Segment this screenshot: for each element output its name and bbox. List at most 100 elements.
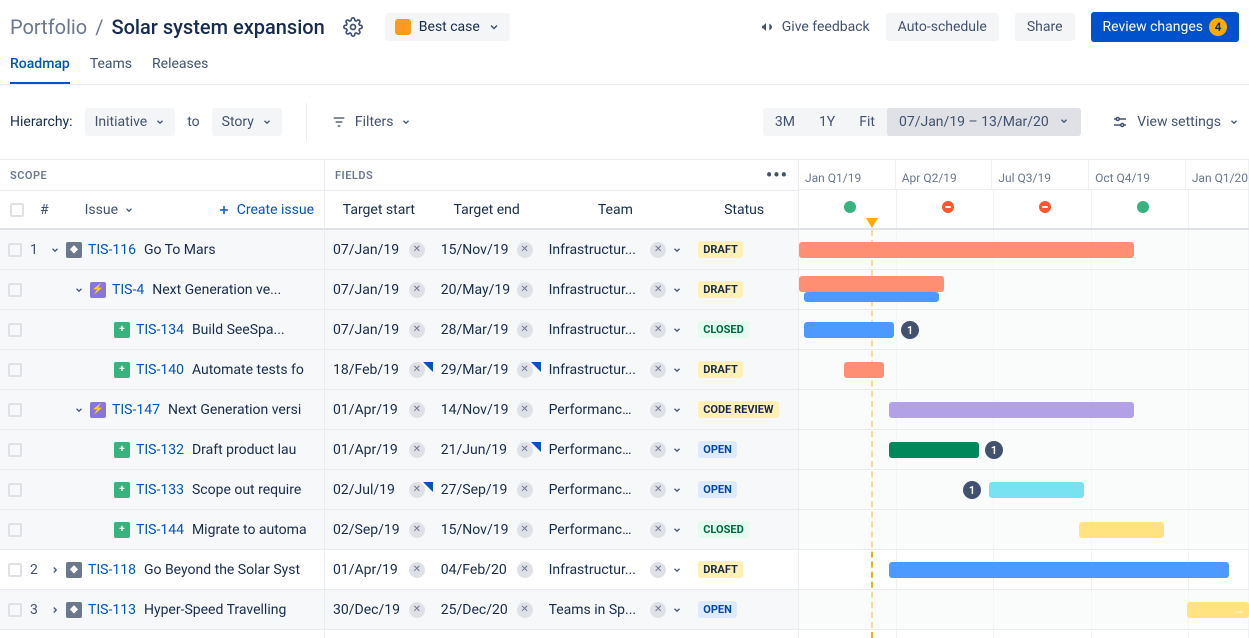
auto-schedule-button[interactable]: Auto-schedule xyxy=(886,13,999,41)
clear-icon[interactable]: ✕ xyxy=(650,242,666,258)
team-cell[interactable]: Performance...✕ xyxy=(541,442,691,458)
team-cell[interactable]: Infrastructur...✕ xyxy=(541,282,691,298)
view-settings-button[interactable]: View settings xyxy=(1111,113,1239,131)
filters-button[interactable]: Filters xyxy=(331,114,412,130)
clear-icon[interactable]: ✕ xyxy=(409,322,425,338)
team-cell[interactable]: Performance...✕ xyxy=(541,482,691,498)
clear-icon[interactable]: ✕ xyxy=(650,562,666,578)
hierarchy-from-select[interactable]: Initiative xyxy=(85,108,176,136)
clear-icon[interactable]: ✕ xyxy=(409,522,425,538)
scope-row[interactable]: ⚡TIS-147Next Generation versi xyxy=(0,390,324,430)
dependency-count-badge[interactable]: 1 xyxy=(901,321,919,339)
row-checkbox[interactable] xyxy=(8,603,22,617)
clear-icon[interactable]: ✕ xyxy=(409,402,425,418)
target-start-cell[interactable]: 02/Jul/19✕ xyxy=(325,482,433,498)
give-feedback-link[interactable]: Give feedback xyxy=(760,19,870,35)
clear-icon[interactable]: ✕ xyxy=(517,322,533,338)
expand-toggle[interactable] xyxy=(48,245,62,255)
create-issue-button[interactable]: Create issue xyxy=(217,202,314,218)
range-3m[interactable]: 3M xyxy=(763,108,807,136)
target-end-cell[interactable]: 15/Nov/19✕ xyxy=(433,242,541,258)
timeline-bar[interactable] xyxy=(1079,522,1164,538)
tab-releases[interactable]: Releases xyxy=(152,56,208,84)
clear-icon[interactable]: ✕ xyxy=(409,562,425,578)
team-cell[interactable]: Teams in Sp...✕ xyxy=(541,602,691,618)
breadcrumb-portfolio[interactable]: Portfolio xyxy=(10,15,87,39)
expand-toggle[interactable] xyxy=(48,605,62,615)
target-start-cell[interactable]: 18/Feb/19✕ xyxy=(325,362,433,378)
clear-icon[interactable]: ✕ xyxy=(650,442,666,458)
clear-icon[interactable]: ✕ xyxy=(650,402,666,418)
team-cell[interactable]: Infrastructur...✕ xyxy=(541,242,691,258)
issue-key[interactable]: TIS-133 xyxy=(136,482,184,498)
target-end-cell[interactable]: 21/Jun/19✕ xyxy=(433,442,541,458)
row-checkbox[interactable] xyxy=(8,443,22,457)
tab-teams[interactable]: Teams xyxy=(90,56,132,84)
hierarchy-to-select[interactable]: Story xyxy=(212,108,282,136)
team-cell[interactable]: Infrastructur...✕ xyxy=(541,322,691,338)
scope-row[interactable]: ⚡TIS-4Next Generation ve... xyxy=(0,270,324,310)
timeline-bar[interactable] xyxy=(799,242,1134,258)
timeline-bar[interactable] xyxy=(889,562,1229,578)
scope-row[interactable]: +TIS-133Scope out require xyxy=(0,470,324,510)
target-start-cell[interactable]: 07/Jan/19✕ xyxy=(325,242,433,258)
timeline-bar[interactable] xyxy=(889,402,1134,418)
team-cell[interactable]: Infrastructur...✕ xyxy=(541,362,691,378)
scope-row[interactable]: 3◆TIS-113Hyper-Speed Travelling xyxy=(0,590,324,630)
row-checkbox[interactable] xyxy=(8,403,22,417)
scope-row[interactable]: +TIS-140Automate tests fo xyxy=(0,350,324,390)
target-start-cell[interactable]: 07/Jan/19✕ xyxy=(325,322,433,338)
expand-toggle[interactable] xyxy=(48,565,62,575)
clear-icon[interactable]: ✕ xyxy=(409,282,425,298)
target-end-cell[interactable]: 15/Nov/19✕ xyxy=(433,522,541,538)
team-cell[interactable]: Performance...✕ xyxy=(541,522,691,538)
target-start-cell[interactable]: 02/Sep/19✕ xyxy=(325,522,433,538)
scenario-selector[interactable]: Best case xyxy=(385,13,510,41)
target-end-cell[interactable]: 28/Mar/19✕ xyxy=(433,322,541,338)
issue-key[interactable]: TIS-118 xyxy=(88,562,136,578)
target-end-cell[interactable]: 14/Nov/19✕ xyxy=(433,402,541,418)
expand-toggle[interactable] xyxy=(72,405,86,415)
timeline-bar[interactable] xyxy=(804,322,894,338)
scope-row[interactable]: +TIS-134Build SeeSpa... xyxy=(0,310,324,350)
settings-button[interactable] xyxy=(339,13,367,41)
clear-icon[interactable]: ✕ xyxy=(517,482,533,498)
expand-toggle[interactable] xyxy=(72,285,86,295)
timeline-bar[interactable] xyxy=(889,442,979,458)
issue-key[interactable]: TIS-113 xyxy=(88,602,136,618)
clear-icon[interactable]: ✕ xyxy=(409,442,425,458)
timeline-bar[interactable] xyxy=(804,292,939,302)
range-1y[interactable]: 1Y xyxy=(807,108,847,136)
row-checkbox[interactable] xyxy=(8,363,22,377)
clear-icon[interactable]: ✕ xyxy=(650,482,666,498)
clear-icon[interactable]: ✕ xyxy=(517,522,533,538)
clear-icon[interactable]: ✕ xyxy=(409,602,425,618)
issue-key[interactable]: TIS-134 xyxy=(136,322,184,338)
issue-key[interactable]: TIS-144 xyxy=(136,522,184,538)
target-end-cell[interactable]: 25/Dec/20✕ xyxy=(433,602,541,618)
clear-icon[interactable]: ✕ xyxy=(650,322,666,338)
review-changes-button[interactable]: Review changes 4 xyxy=(1091,12,1239,42)
share-button[interactable]: Share xyxy=(1015,13,1075,41)
range-fit[interactable]: Fit xyxy=(847,108,887,136)
clear-icon[interactable]: ✕ xyxy=(517,402,533,418)
row-checkbox[interactable] xyxy=(8,523,22,537)
scope-row[interactable]: +TIS-144Migrate to automa xyxy=(0,510,324,550)
dependency-count-badge[interactable]: 1 xyxy=(963,481,981,499)
issue-key[interactable]: TIS-132 xyxy=(136,442,184,458)
timeline-bar[interactable] xyxy=(989,482,1084,498)
target-start-cell[interactable]: 07/Jan/19✕ xyxy=(325,282,433,298)
timeline-bar[interactable] xyxy=(799,276,944,292)
timeline-bar[interactable] xyxy=(844,362,884,378)
team-cell[interactable]: Performance...✕ xyxy=(541,402,691,418)
scope-row[interactable]: +TIS-132Draft product lau xyxy=(0,430,324,470)
issue-key[interactable]: TIS-140 xyxy=(136,362,184,378)
clear-icon[interactable]: ✕ xyxy=(409,242,425,258)
timeline-body[interactable]: 111→ xyxy=(799,230,1249,638)
target-start-cell[interactable]: 01/Apr/19✕ xyxy=(325,402,433,418)
clear-icon[interactable]: ✕ xyxy=(517,602,533,618)
clear-icon[interactable]: ✕ xyxy=(517,242,533,258)
clear-icon[interactable]: ✕ xyxy=(517,562,533,578)
target-end-cell[interactable]: 29/Mar/19✕ xyxy=(433,362,541,378)
fields-more-button[interactable]: ••• xyxy=(766,165,788,186)
